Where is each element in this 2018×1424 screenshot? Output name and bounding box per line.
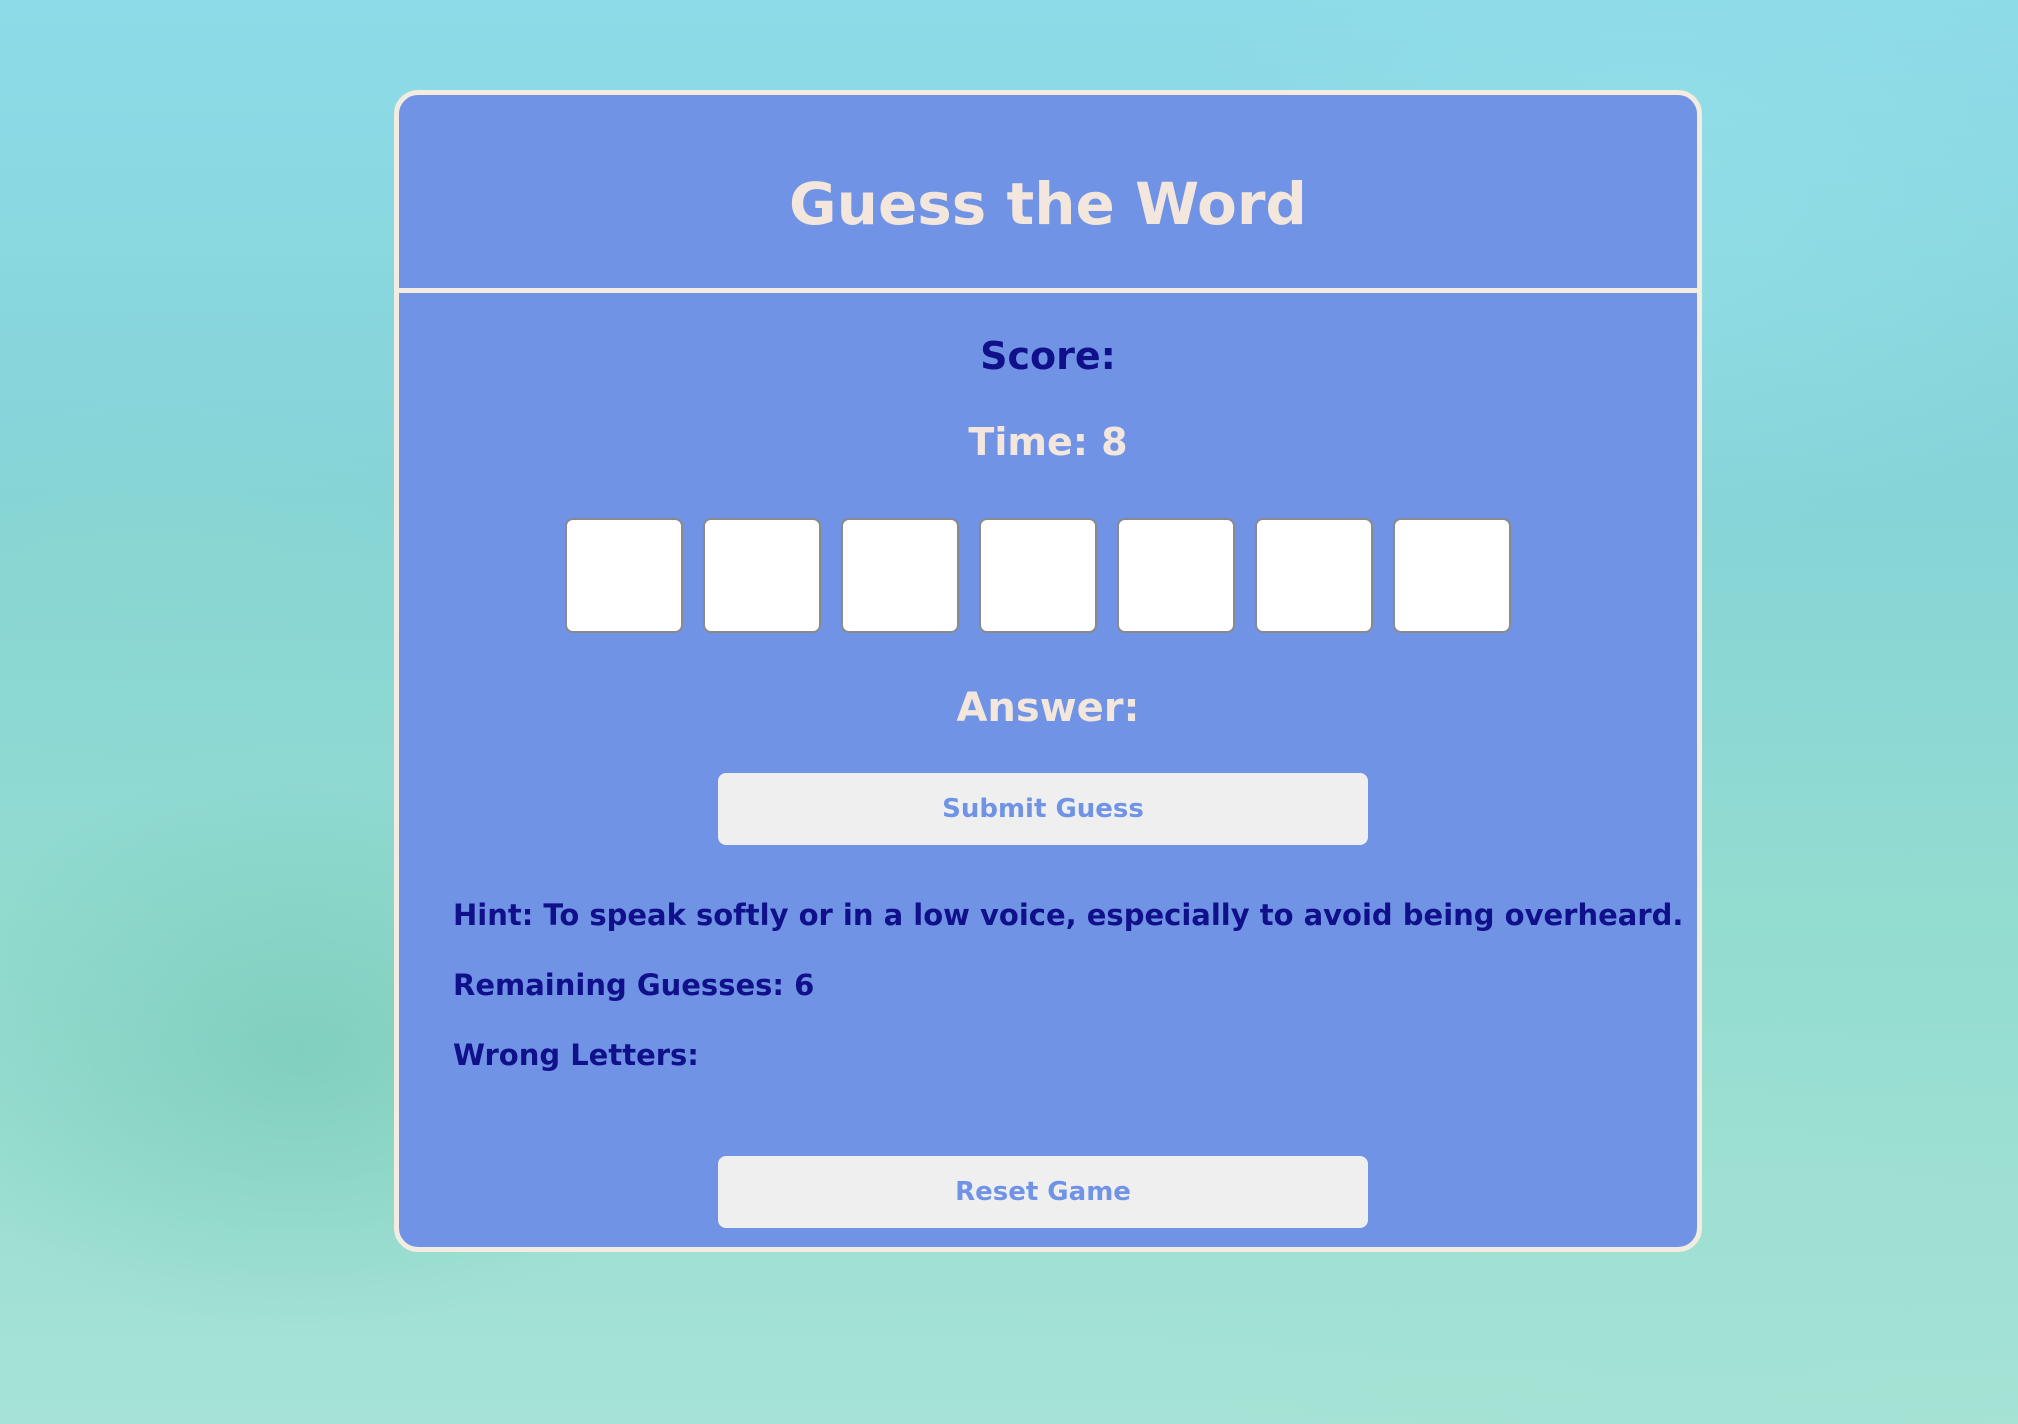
time-display: Time: 8	[968, 420, 1128, 464]
letter-input-3[interactable]	[841, 518, 959, 633]
letter-input-4[interactable]	[979, 518, 1097, 633]
page-title: Guess the Word	[789, 170, 1307, 238]
letter-input-6[interactable]	[1255, 518, 1373, 633]
wrong-letters-label: Wrong Letters:	[453, 1038, 699, 1072]
letter-input-7[interactable]	[1393, 518, 1511, 633]
game-card: Guess the Word Score: Time: 8 Answer: Su…	[394, 90, 1702, 1252]
letter-input-row	[565, 518, 1511, 633]
reset-game-button[interactable]: Reset Game	[718, 1156, 1368, 1228]
letter-input-2[interactable]	[703, 518, 821, 633]
letter-input-1[interactable]	[565, 518, 683, 633]
score-label: Score:	[980, 334, 1116, 378]
answer-label: Answer:	[956, 685, 1140, 731]
submit-guess-button[interactable]: Submit Guess	[718, 773, 1368, 845]
card-header: Guess the Word	[399, 95, 1697, 293]
hint-text: Hint: To speak softly or in a low voice,…	[453, 898, 1684, 932]
remaining-guesses: Remaining Guesses: 6	[453, 968, 815, 1002]
letter-input-5[interactable]	[1117, 518, 1235, 633]
